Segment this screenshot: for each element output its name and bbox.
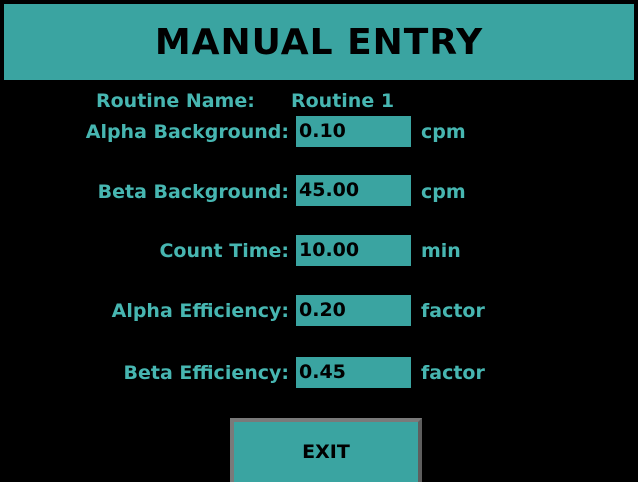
beta-efficiency-unit: factor (421, 362, 485, 384)
count-time-label: Count Time: (159, 240, 289, 262)
count-time-unit: min (421, 240, 461, 262)
page-title: MANUAL ENTRY (154, 21, 484, 63)
count-time-field[interactable]: 10.00 (296, 235, 411, 266)
beta-background-unit: cpm (421, 181, 466, 203)
beta-background-label: Beta Background: (97, 181, 289, 203)
beta-efficiency-label: Beta Efficiency: (123, 362, 290, 384)
exit-button[interactable]: EXIT (230, 418, 422, 482)
routine-name-label: Routine Name: (96, 90, 255, 112)
alpha-efficiency-label: Alpha Efficiency: (111, 300, 289, 322)
alpha-background-field[interactable]: 0.10 (296, 116, 411, 147)
exit-button-label: EXIT (302, 441, 350, 463)
routine-name-value: Routine 1 (291, 90, 395, 112)
manual-entry-screen: MANUAL ENTRY Routine Name: Routine 1 Alp… (0, 0, 638, 482)
beta-efficiency-field[interactable]: 0.45 (296, 357, 411, 388)
beta-background-field[interactable]: 45.00 (296, 175, 411, 206)
alpha-background-unit: cpm (421, 121, 466, 143)
title-bar: MANUAL ENTRY (2, 2, 636, 82)
alpha-efficiency-field[interactable]: 0.20 (296, 295, 411, 326)
alpha-efficiency-unit: factor (421, 300, 485, 322)
alpha-background-label: Alpha Background: (85, 121, 289, 143)
